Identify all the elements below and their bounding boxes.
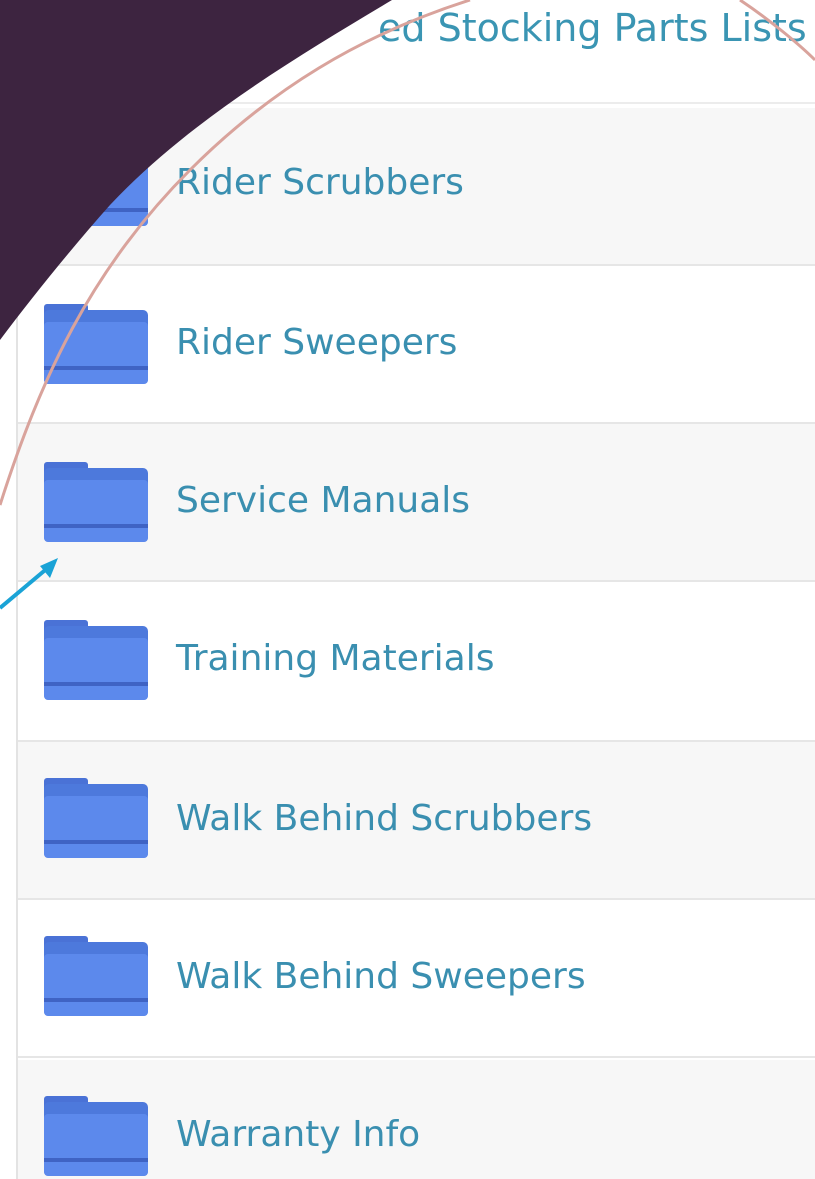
folder-icon: [44, 1096, 148, 1176]
folder-label[interactable]: Walk Behind Sweepers: [176, 956, 586, 997]
folder-row-warranty-info[interactable]: Warranty Info: [18, 1060, 815, 1179]
folder-list: ed Stocking Parts Lists Rider Scrubbers …: [16, 0, 815, 1179]
list-header-row: ed Stocking Parts Lists: [18, 0, 815, 104]
folder-icon: [44, 146, 148, 226]
folder-icon: [44, 304, 148, 384]
folder-icon: [44, 778, 148, 858]
folder-row-walk-behind-sweepers[interactable]: Walk Behind Sweepers: [18, 900, 815, 1058]
folder-icon: [44, 620, 148, 700]
folder-row-training-materials[interactable]: Training Materials: [18, 584, 815, 742]
folder-row-walk-behind-scrubbers[interactable]: Walk Behind Scrubbers: [18, 742, 815, 900]
folder-label[interactable]: Walk Behind Scrubbers: [176, 798, 592, 839]
folder-label[interactable]: Service Manuals: [176, 480, 470, 521]
folder-row-service-manuals[interactable]: Service Manuals: [18, 424, 815, 582]
folder-link-stocking-parts-lists[interactable]: ed Stocking Parts Lists: [378, 6, 807, 50]
folder-row-rider-sweepers[interactable]: Rider Sweepers: [18, 266, 815, 424]
folder-label[interactable]: Training Materials: [176, 638, 495, 679]
folder-label[interactable]: Rider Scrubbers: [176, 162, 464, 203]
folder-icon: [44, 936, 148, 1016]
folder-row-rider-scrubbers[interactable]: Rider Scrubbers: [18, 108, 815, 266]
screenshot-stage: ed Stocking Parts Lists Rider Scrubbers …: [0, 0, 815, 1179]
folder-label[interactable]: Warranty Info: [176, 1114, 420, 1155]
folder-icon: [44, 462, 148, 542]
folder-label[interactable]: Rider Sweepers: [176, 322, 457, 363]
